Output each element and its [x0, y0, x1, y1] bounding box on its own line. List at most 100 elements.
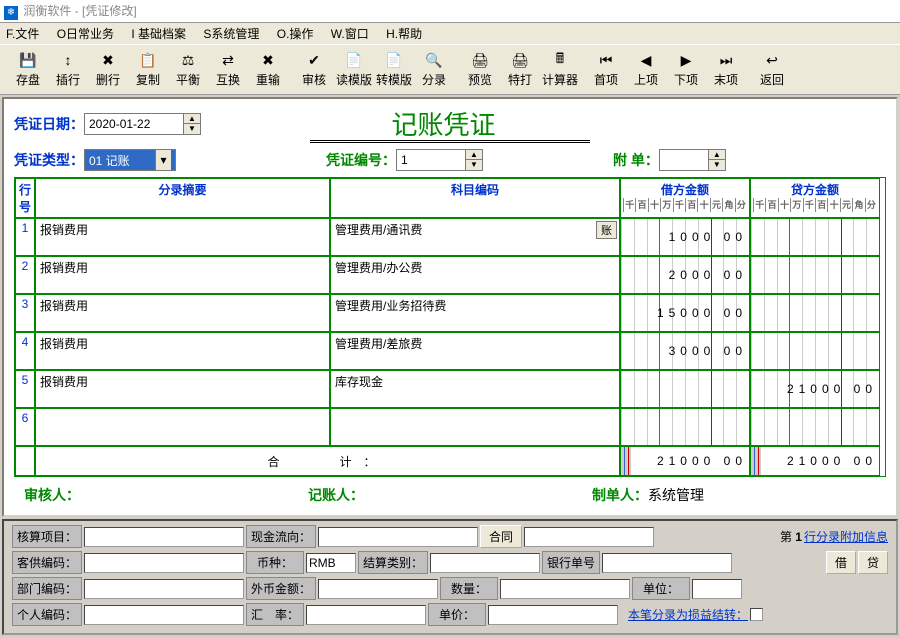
detail-panel: 核算项目： 现金流向： 合同 第 1 行分录附加信息 客供编码： 币种： 结算类…: [2, 519, 898, 635]
date-spinner[interactable]: ▲▼: [184, 113, 201, 135]
cell-subject[interactable]: 库存现金: [330, 370, 620, 408]
cell-credit[interactable]: 21000 00: [750, 370, 880, 408]
table-row[interactable]: 3报销费用管理费用/业务招待费15000 00: [15, 294, 885, 332]
extra-link[interactable]: 行分录附加信息: [804, 528, 888, 545]
qty-input[interactable]: [500, 579, 630, 599]
table-row[interactable]: 6: [15, 408, 885, 446]
cell-debit[interactable]: [620, 370, 750, 408]
toolbar-上项[interactable]: ◀上项: [626, 49, 666, 90]
menu-operate[interactable]: O.操作: [277, 27, 314, 41]
toolbar-icon: ✔: [305, 51, 323, 69]
type-combo[interactable]: 01 记账▾: [84, 149, 176, 171]
total-credit: 21000 00: [750, 446, 880, 476]
toolbar-审核[interactable]: ✔审核: [294, 49, 334, 90]
cell-summary[interactable]: 报销费用: [35, 332, 330, 370]
cell-credit[interactable]: [750, 256, 880, 294]
qty-label: 数量：: [440, 577, 498, 600]
toolbar-预览[interactable]: 🖨预览: [460, 49, 500, 90]
col-subject: 科目编码: [330, 178, 620, 218]
cell-summary[interactable]: [35, 408, 330, 446]
account-button[interactable]: 账: [596, 221, 617, 239]
cell-debit[interactable]: 1000 00: [620, 218, 750, 256]
table-row[interactable]: 5报销费用库存现金21000 00: [15, 370, 885, 408]
proj-label: 核算项目：: [12, 525, 82, 548]
price-input[interactable]: [488, 605, 618, 625]
cell-subject[interactable]: 管理费用/通讯费账: [330, 218, 620, 256]
cell-summary[interactable]: 报销费用: [35, 218, 330, 256]
dept-input[interactable]: [84, 579, 244, 599]
toolbar-特打[interactable]: 🖨特打: [500, 49, 540, 90]
toolbar-icon: 🔍: [425, 51, 443, 69]
keeper-label: 记账人：: [308, 485, 592, 505]
bankno-input[interactable]: [602, 553, 732, 573]
menu-file[interactable]: F.文件: [6, 27, 39, 41]
cell-credit[interactable]: [750, 218, 880, 256]
rate-input[interactable]: [306, 605, 426, 625]
currency-label: 币种：: [246, 551, 304, 574]
cell-credit[interactable]: [750, 294, 880, 332]
cell-summary[interactable]: 报销费用: [35, 256, 330, 294]
cashflow-input[interactable]: [318, 527, 478, 547]
toolbar-插行[interactable]: ↕插行: [48, 49, 88, 90]
toolbar-删行[interactable]: ✖删行: [88, 49, 128, 90]
toolbar-平衡[interactable]: ⚖平衡: [168, 49, 208, 90]
cell-debit[interactable]: [620, 408, 750, 446]
dept-label: 部门编码：: [12, 577, 82, 600]
vendor-input[interactable]: [84, 553, 244, 573]
settle-label: 结算类别：: [358, 551, 428, 574]
toolbar-互换[interactable]: ⇄互换: [208, 49, 248, 90]
table-row[interactable]: 1报销费用管理费用/通讯费账1000 00: [15, 218, 885, 256]
total-debit: 21000 00: [620, 446, 750, 476]
toolbar-末项[interactable]: ⏭末项: [706, 49, 746, 90]
toolbar-读模版[interactable]: 📄读模版: [334, 49, 374, 90]
cell-subject[interactable]: [330, 408, 620, 446]
settle-input[interactable]: [430, 553, 540, 573]
type-label: 凭证类型：: [14, 150, 84, 170]
attach-input[interactable]: [659, 149, 709, 171]
toolbar-返回[interactable]: ↩返回: [752, 49, 792, 90]
cell-subject[interactable]: 管理费用/差旅费: [330, 332, 620, 370]
cell-debit[interactable]: 3000 00: [620, 332, 750, 370]
menu-window[interactable]: W.窗口: [331, 27, 369, 41]
toolbar-复制[interactable]: 📋复制: [128, 49, 168, 90]
toolbar-首项[interactable]: ⏮首项: [586, 49, 626, 90]
toolbar-icon: 📄: [385, 51, 403, 69]
cell-credit[interactable]: [750, 408, 880, 446]
toolbar-下项[interactable]: ▶下项: [666, 49, 706, 90]
cell-summary[interactable]: 报销费用: [35, 294, 330, 332]
unit-input[interactable]: [692, 579, 742, 599]
toolbar-分录[interactable]: 🔍分录: [414, 49, 454, 90]
toolbar-icon: ↕: [59, 51, 77, 69]
person-input[interactable]: [84, 605, 244, 625]
debit-button[interactable]: 借: [826, 551, 856, 574]
menu-help[interactable]: H.帮助: [386, 27, 422, 41]
credit-button[interactable]: 贷: [858, 551, 888, 574]
attach-spinner[interactable]: ▲▼: [709, 149, 726, 171]
toolbar-计算器[interactable]: 🖩计算器: [540, 49, 580, 90]
contract-button[interactable]: 合同: [480, 525, 522, 548]
number-input[interactable]: [396, 149, 466, 171]
table-row[interactable]: 4报销费用管理费用/差旅费3000 00: [15, 332, 885, 370]
cell-subject[interactable]: 管理费用/业务招待费: [330, 294, 620, 332]
menu-daily[interactable]: O日常业务: [57, 27, 114, 41]
number-spinner[interactable]: ▲▼: [466, 149, 483, 171]
entry-grid: 行号 分录摘要 科目编码 借方金额 千百十万千百十元角分 贷方金额 千百十万千百…: [14, 177, 886, 477]
cell-debit[interactable]: 2000 00: [620, 256, 750, 294]
proj-input[interactable]: [84, 527, 244, 547]
menu-archive[interactable]: I 基础档案: [131, 27, 186, 41]
bankno-label: 银行单号: [542, 551, 600, 574]
contract-input[interactable]: [524, 527, 654, 547]
toolbar-存盘[interactable]: 💾存盘: [8, 49, 48, 90]
foreign-input[interactable]: [318, 579, 438, 599]
toolbar-转模版[interactable]: 📄转模版: [374, 49, 414, 90]
cell-subject[interactable]: 管理费用/办公费: [330, 256, 620, 294]
date-input[interactable]: [84, 113, 184, 135]
cell-credit[interactable]: [750, 332, 880, 370]
profit-checkbox[interactable]: [750, 608, 763, 621]
cell-debit[interactable]: 15000 00: [620, 294, 750, 332]
currency-input[interactable]: [306, 553, 356, 573]
toolbar-重输[interactable]: ✖重输: [248, 49, 288, 90]
menu-system[interactable]: S系统管理: [203, 27, 259, 41]
table-row[interactable]: 2报销费用管理费用/办公费2000 00: [15, 256, 885, 294]
cell-summary[interactable]: 报销费用: [35, 370, 330, 408]
